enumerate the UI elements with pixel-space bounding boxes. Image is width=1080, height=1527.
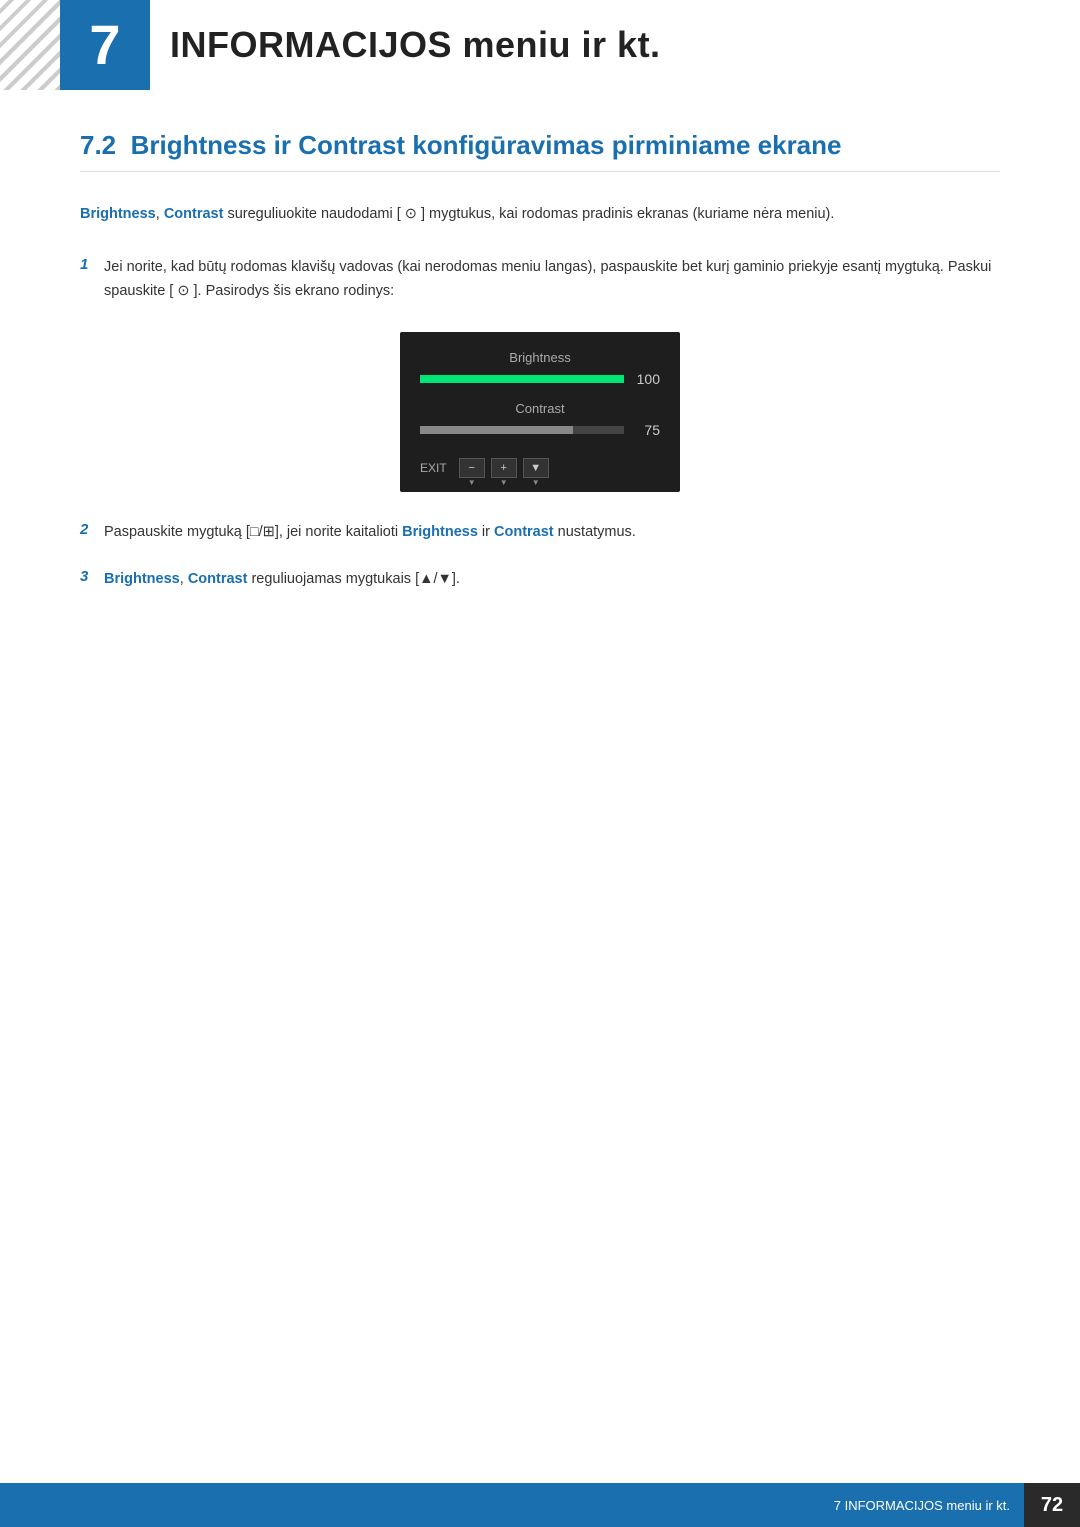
step-1-text: Jei norite, kad būtų rodomas klavišų vad…	[104, 255, 1000, 304]
page-content: 7.2 Brightness ir Contrast konfigūravima…	[0, 130, 1080, 693]
step-3: 3 Brightness, Contrast reguliuojamas myg…	[80, 567, 1000, 592]
osd-contrast-label: Contrast	[420, 401, 660, 416]
footer-page-number: 72	[1024, 1483, 1080, 1527]
step-2: 2 Paspauskite mygtuką [□/⊞], jei norite …	[80, 520, 1000, 545]
osd-contrast-fill	[420, 426, 573, 434]
osd-brightness-value: 100	[632, 371, 660, 387]
step-3-bold1: Brightness	[104, 571, 180, 587]
chapter-title-block: INFORMACIJOS meniu ir kt.	[150, 0, 1080, 90]
osd-contrast-track	[420, 426, 624, 434]
step-1: 1 Jei norite, kad būtų rodomas klavišų v…	[80, 255, 1000, 304]
footer-text: 7 INFORMACIJOS meniu ir kt.	[0, 1498, 1024, 1513]
chapter-number-block: 7	[60, 0, 150, 90]
step-2-bold1: Brightness	[402, 524, 478, 540]
osd-brightness-fill	[420, 375, 624, 383]
osd-widget: Brightness 100 Contrast 75	[400, 332, 680, 492]
step-2-bold2: Contrast	[494, 524, 554, 540]
osd-btn-plus[interactable]: +	[491, 458, 517, 478]
step-3-bold2: Contrast	[188, 571, 248, 587]
osd-contrast-row: Contrast 75	[420, 401, 660, 438]
step-3-text: Brightness, Contrast reguliuojamas mygtu…	[104, 567, 1000, 592]
intro-bold-contrast: Contrast	[164, 206, 224, 222]
osd-brightness-label: Brightness	[420, 350, 660, 365]
step-1-number: 1	[80, 255, 104, 273]
osd-exit-label: EXIT	[420, 461, 447, 475]
osd-brightness-track	[420, 375, 624, 383]
intro-separator: ,	[156, 206, 164, 222]
osd-contrast-value: 75	[632, 422, 660, 438]
osd-btn-down[interactable]: ▼	[523, 458, 549, 478]
intro-paragraph: Brightness, Contrast sureguliuokite naud…	[80, 202, 1000, 227]
osd-btn-minus[interactable]: −	[459, 458, 485, 478]
chapter-header: 7 INFORMACIJOS meniu ir kt.	[0, 0, 1080, 90]
step-2-number: 2	[80, 520, 104, 538]
page-footer: 7 INFORMACIJOS meniu ir kt. 72	[0, 1483, 1080, 1527]
osd-exit-row: EXIT − + ▼	[420, 452, 660, 478]
osd-brightness-bar-row: 100	[420, 371, 660, 387]
step-2-text: Paspauskite mygtuką [□/⊞], jei norite ka…	[104, 520, 1000, 545]
chapter-number: 7	[89, 17, 120, 73]
intro-text: sureguliuokite naudodami [ ⊙ ] mygtukus,…	[223, 206, 834, 222]
osd-contrast-bar-row: 75	[420, 422, 660, 438]
section-heading: 7.2 Brightness ir Contrast konfigūravima…	[80, 130, 1000, 172]
intro-bold-brightness: Brightness	[80, 206, 156, 222]
step-3-number: 3	[80, 567, 104, 585]
osd-brightness-row: Brightness 100	[420, 350, 660, 387]
osd-illustration: Brightness 100 Contrast 75	[80, 332, 1000, 492]
chapter-title: INFORMACIJOS meniu ir kt.	[170, 24, 661, 66]
stripe-decoration	[0, 0, 60, 90]
